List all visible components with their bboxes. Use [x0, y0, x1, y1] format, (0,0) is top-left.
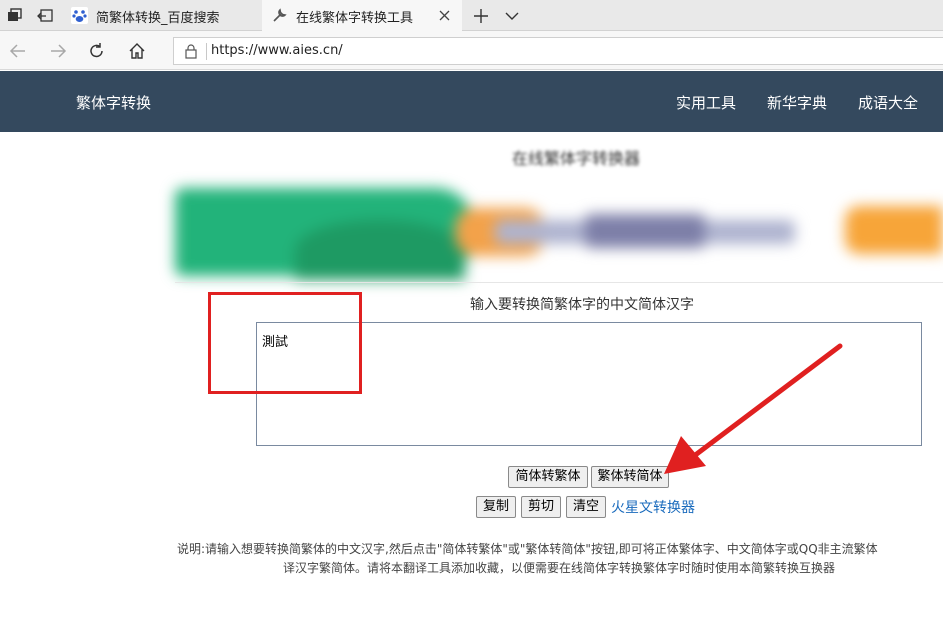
cut-button[interactable]: 剪切 [521, 496, 561, 518]
tab-converter[interactable]: 在线繁体字转换工具 [262, 0, 462, 31]
chevron-down-icon[interactable] [502, 6, 522, 26]
site-brand[interactable]: 繁体字转换 [76, 92, 151, 113]
page-title: 在线繁体字转换器 [512, 149, 641, 168]
copy-button[interactable]: 复制 [476, 496, 516, 518]
forward-icon[interactable] [48, 41, 68, 61]
new-tab-icon[interactable] [471, 6, 491, 26]
description-line-1: 说明:请输入想要转换简繁体的中文汉字,然后点击"简体转繁体"或"繁体转简体"按钮… [177, 542, 878, 556]
nav-xinhua-dictionary[interactable]: 新华字典 [767, 92, 827, 113]
home-icon[interactable] [127, 41, 147, 61]
tab-title: 在线繁体字转换工具 [296, 11, 414, 26]
nav-idioms[interactable]: 成语大全 [858, 92, 918, 113]
description-line-2: 译汉字繁简体。请将本翻译工具添加收藏，以便需要在线简体字转换繁体字时随时使用本简… [283, 561, 836, 575]
url-text[interactable]: https://www.aies.cn/ [211, 43, 343, 58]
to-simplified-button[interactable]: 繁体转简体 [591, 466, 669, 488]
tab-title: 简繁体转换_百度搜索 [96, 11, 220, 26]
tab-baidu-search[interactable]: 简繁体转换_百度搜索 [62, 0, 262, 31]
clear-button[interactable]: 清空 [566, 496, 606, 518]
lock-icon[interactable] [184, 44, 198, 59]
baidu-paw-icon [71, 7, 88, 24]
input-prompt: 输入要转换简繁体字的中文简体汉字 [470, 297, 694, 313]
address-bar[interactable]: https://www.aies.cn/ [173, 37, 943, 65]
back-icon[interactable] [8, 41, 28, 61]
close-tab-icon[interactable] [437, 8, 452, 23]
ad-banner[interactable] [165, 180, 943, 281]
browser-toolbar: https://www.aies.cn/ [0, 31, 943, 70]
to-traditional-button[interactable]: 简体转繁体 [508, 466, 588, 488]
divider [175, 282, 943, 283]
tab-actions-icon[interactable] [6, 7, 24, 25]
nav-practical-tools[interactable]: 实用工具 [676, 92, 736, 113]
wrench-icon [273, 8, 287, 22]
set-aside-tabs-icon[interactable] [36, 7, 54, 25]
address-divider [206, 43, 207, 60]
site-header: 繁体字转换 实用工具 新华字典 成语大全 [0, 71, 943, 132]
martian-text-converter-link[interactable]: 火星文转换器 [611, 497, 695, 517]
highlight-box [208, 292, 362, 394]
refresh-icon[interactable] [87, 41, 107, 61]
browser-tab-strip: 简繁体转换_百度搜索 在线繁体字转换工具 [0, 0, 943, 31]
